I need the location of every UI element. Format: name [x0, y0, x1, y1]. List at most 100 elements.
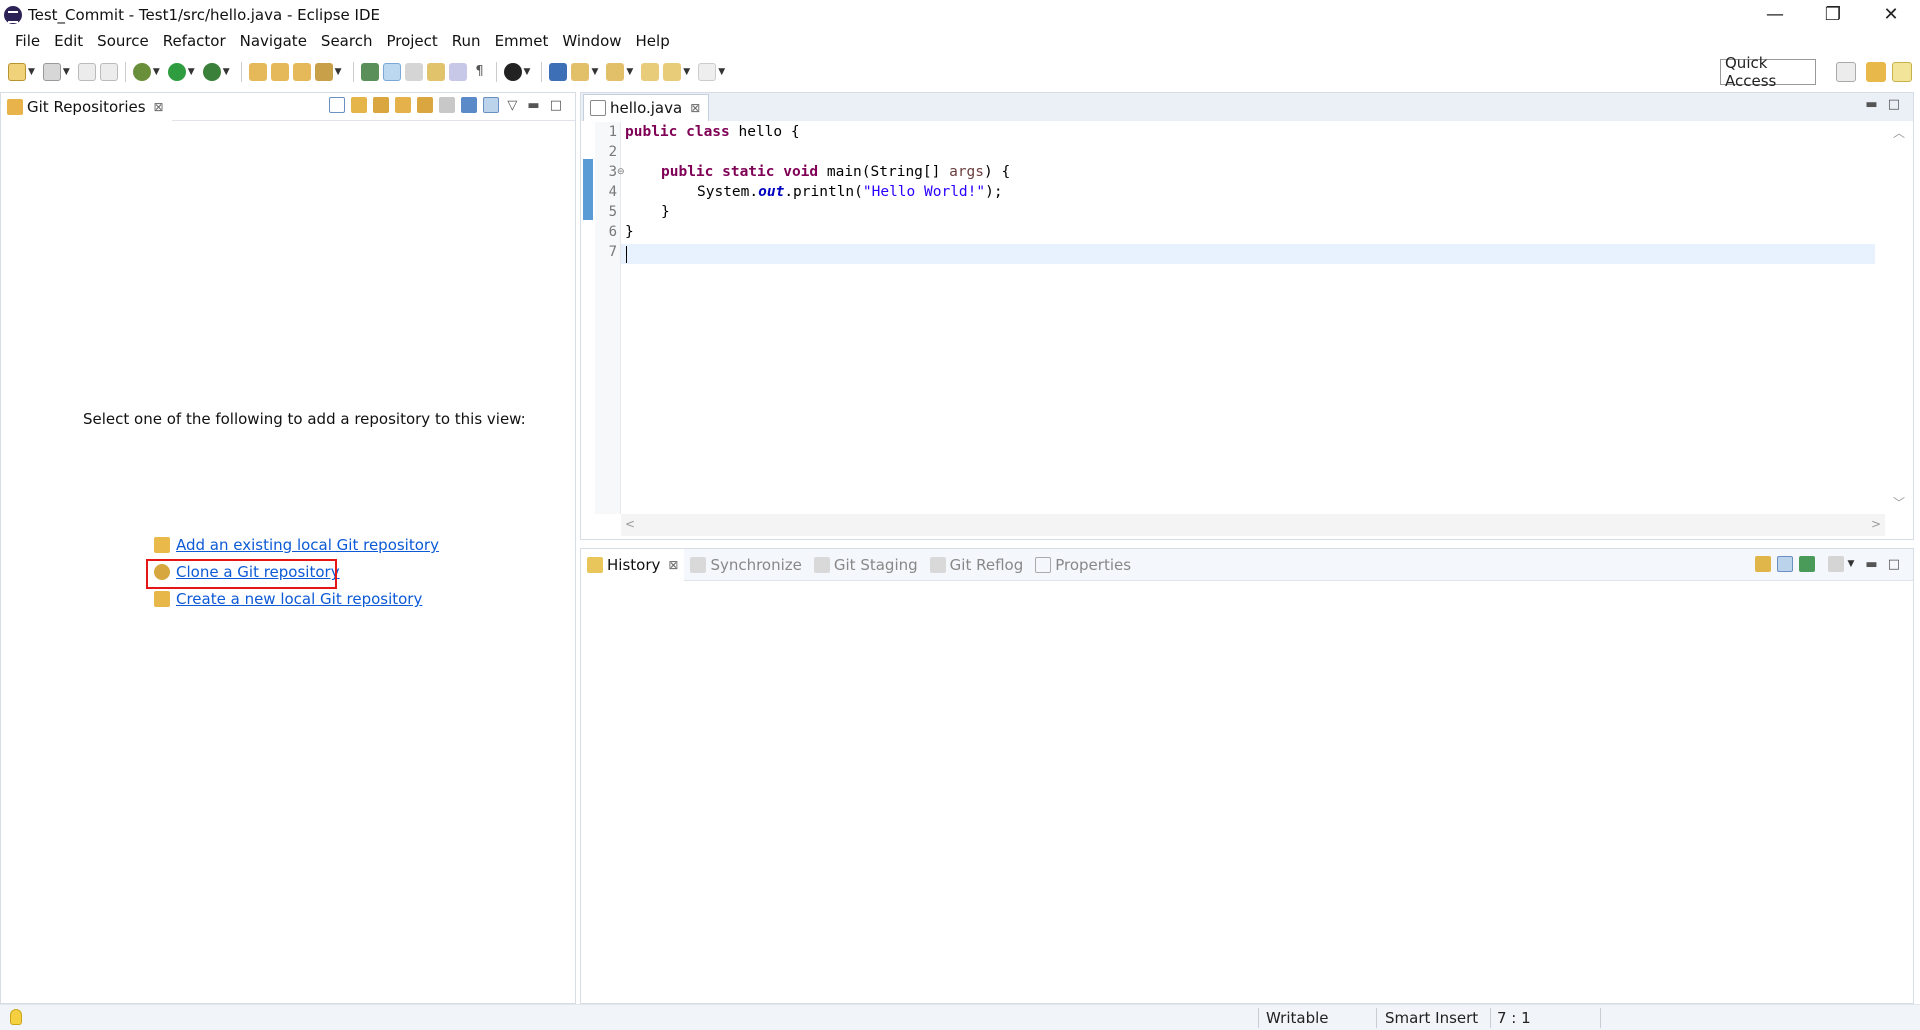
fold-collapse-icon[interactable]: ⊖	[617, 162, 625, 182]
tab-hello-java[interactable]: hello.java ⊠	[583, 94, 710, 121]
menu-navigate[interactable]: Navigate	[233, 32, 314, 50]
create-repo-link[interactable]: Create a new local Git repository	[176, 590, 422, 608]
mark-occurrences-icon[interactable]	[382, 63, 401, 81]
open-perspective-icon[interactable]	[1836, 62, 1856, 82]
new-package-icon[interactable]	[270, 63, 289, 81]
show-whitespace-icon[interactable]: ¶	[470, 63, 489, 81]
status-insert-mode: Smart Insert	[1385, 1009, 1479, 1027]
close-history-icon[interactable]: ⊠	[668, 558, 678, 572]
minimize-button[interactable]: —	[1746, 0, 1804, 29]
editor-vertical-scrollbar[interactable]: ︿ ﹀	[1885, 122, 1913, 514]
save-icon[interactable]	[77, 63, 96, 81]
quick-access-field[interactable]: Quick Access	[1720, 54, 1816, 90]
previous-annotation-icon[interactable]	[448, 63, 467, 81]
console-icon[interactable]	[549, 63, 568, 81]
debug-icon[interactable]	[132, 63, 151, 81]
run-icon[interactable]	[167, 63, 186, 81]
create-repo-icon[interactable]	[395, 97, 412, 113]
debug-dropdown-icon[interactable]: ▼	[153, 67, 160, 77]
last-edit-location-icon[interactable]	[641, 63, 660, 81]
run-dropdown-icon[interactable]: ▼	[188, 67, 195, 77]
next-annotation-icon[interactable]	[426, 63, 445, 81]
tab-history[interactable]: History ⊠	[581, 548, 685, 581]
add-existing-repo-icon[interactable]	[351, 97, 368, 113]
create-repo-link-icon	[154, 591, 170, 607]
menu-source[interactable]: Source	[90, 32, 156, 50]
java-perspective-icon[interactable]	[1866, 62, 1886, 82]
close-editor-tab-icon[interactable]: ⊠	[690, 101, 700, 115]
new-class-icon[interactable]	[292, 63, 311, 81]
menu-refactor[interactable]: Refactor	[156, 32, 233, 50]
add-existing-repo-row: Add an existing local Git repository	[154, 536, 439, 554]
editor-horizontal-scrollbar[interactable]: < >	[621, 514, 1885, 536]
add-existing-repo-link[interactable]: Add an existing local Git repository	[176, 536, 439, 554]
github-dropdown-icon[interactable]: ▼	[524, 67, 531, 77]
scroll-down-icon[interactable]: ﹀	[1893, 494, 1905, 511]
collapse-all-icon[interactable]	[329, 97, 346, 113]
lightbulb-icon[interactable]	[10, 1009, 22, 1025]
open-dropdown-icon[interactable]: ▼	[63, 67, 70, 77]
scroll-up-icon[interactable]: ︿	[1893, 124, 1905, 141]
menu-file[interactable]: File	[8, 32, 47, 50]
menu-edit[interactable]: Edit	[47, 32, 90, 50]
prev-edit-icon[interactable]	[606, 63, 625, 81]
compare-mode-icon[interactable]	[1799, 556, 1816, 572]
maximize-view-icon[interactable]: □	[550, 98, 562, 113]
tab-git-repositories[interactable]: Git Repositories ⊠	[1, 92, 172, 121]
restore-button[interactable]: ❐	[1804, 0, 1862, 29]
tab-git-staging[interactable]: Git Staging	[808, 549, 924, 581]
filter-dropdown-icon[interactable]: ▼	[1847, 559, 1854, 569]
tab-synchronize[interactable]: Synchronize	[684, 549, 807, 581]
open-icon[interactable]	[42, 63, 61, 81]
menu-search[interactable]: Search	[314, 32, 380, 50]
menu-emmet[interactable]: Emmet	[488, 32, 556, 50]
new-icon[interactable]	[8, 63, 26, 81]
forward-dropdown-icon[interactable]: ▼	[718, 67, 725, 77]
next-edit-icon[interactable]	[571, 63, 590, 81]
new-dropdown-icon[interactable]: ▼	[28, 67, 35, 77]
link-with-editor-icon[interactable]	[483, 97, 500, 113]
java-file-icon	[590, 100, 606, 116]
close-button[interactable]: ✕	[1862, 0, 1920, 29]
maximize-editor-icon[interactable]: □	[1888, 97, 1900, 112]
tab-git-reflog[interactable]: Git Reflog	[924, 549, 1030, 581]
menu-window[interactable]: Window	[555, 32, 628, 50]
external-tools-dropdown-icon[interactable]: ▼	[223, 67, 230, 77]
view-menu-icon[interactable]: ▽	[507, 98, 517, 113]
scroll-right-icon[interactable]: >	[1871, 517, 1881, 531]
refresh-icon[interactable]	[417, 97, 434, 113]
back-dropdown-icon[interactable]: ▼	[683, 67, 690, 77]
hierarchical-layout-icon[interactable]	[461, 97, 478, 113]
minimize-editor-icon[interactable]: ▬	[1865, 97, 1877, 112]
git-perspective-icon[interactable]	[1892, 62, 1912, 82]
change-marker	[583, 159, 593, 220]
close-tab-icon[interactable]: ⊠	[154, 100, 164, 114]
git-staging-icon	[813, 556, 830, 573]
prev-edit-dropdown-icon[interactable]: ▼	[626, 67, 633, 77]
link-with-selection-icon[interactable]	[1755, 556, 1772, 572]
filter-icon[interactable]	[1828, 556, 1845, 572]
menu-run[interactable]: Run	[445, 32, 488, 50]
minimize-bottom-icon[interactable]: ▬	[1865, 557, 1877, 572]
external-tools-icon[interactable]	[202, 63, 221, 81]
open-type-dropdown-icon[interactable]: ▼	[335, 67, 342, 77]
show-all-branches-icon[interactable]	[1777, 556, 1794, 572]
menu-help[interactable]: Help	[629, 32, 677, 50]
back-icon[interactable]	[663, 63, 682, 81]
forward-icon[interactable]	[698, 63, 717, 81]
scroll-left-icon[interactable]: <	[625, 517, 635, 531]
tab-properties[interactable]: Properties	[1029, 549, 1137, 581]
maximize-bottom-icon[interactable]: □	[1888, 557, 1900, 572]
next-edit-dropdown-icon[interactable]: ▼	[591, 67, 598, 77]
save-all-icon[interactable]	[99, 63, 118, 81]
link-with-selection-icon[interactable]	[439, 97, 456, 113]
block-selection-icon[interactable]	[404, 63, 423, 81]
github-icon[interactable]	[503, 63, 522, 81]
toggle-breadcrumb-icon[interactable]	[360, 63, 379, 81]
open-type-icon[interactable]	[314, 63, 333, 81]
menu-project[interactable]: Project	[379, 32, 444, 50]
clone-repo-icon[interactable]	[373, 97, 390, 113]
minimize-view-icon[interactable]: ▬	[527, 98, 539, 113]
new-java-project-icon[interactable]	[248, 63, 267, 81]
code-editor[interactable]: 1 2 3 ⊖ 4 5 6 7 public class hello { pub…	[581, 122, 1913, 514]
